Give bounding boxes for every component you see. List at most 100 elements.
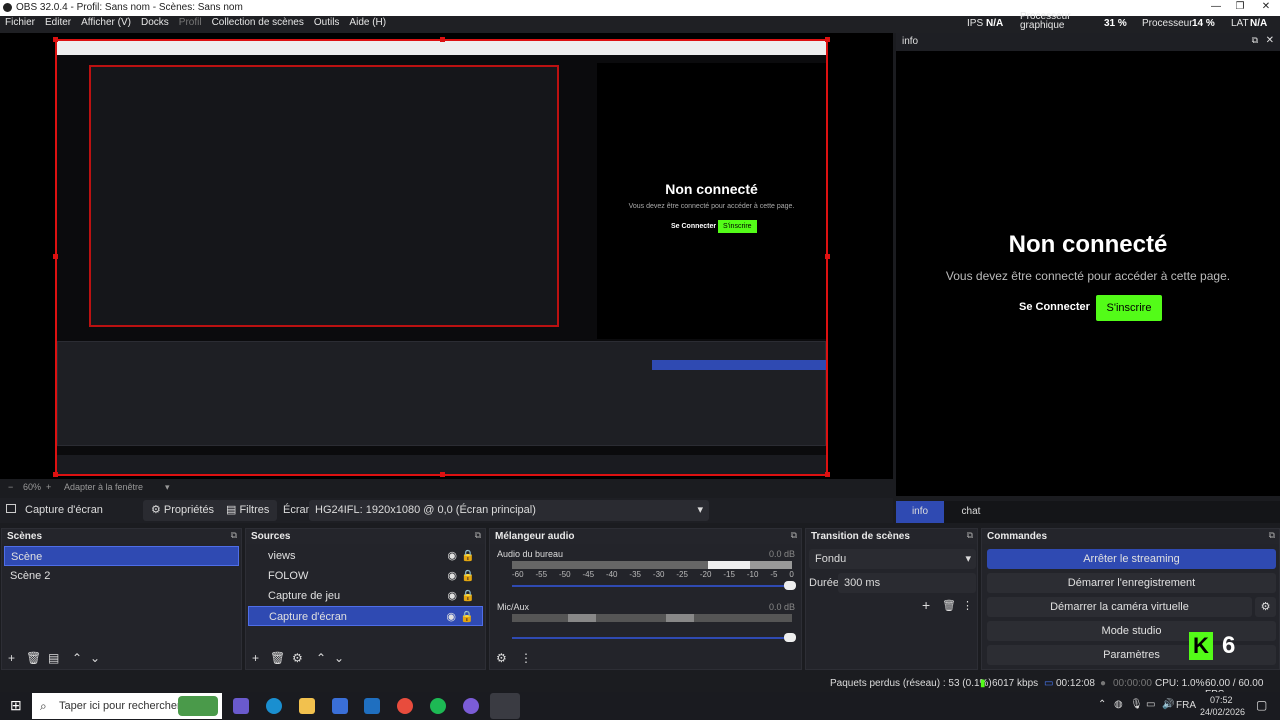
screen-select[interactable]: HG24IFL: 1920x1080 @ 0,0 (Écran principa…	[309, 500, 709, 521]
menu-outils[interactable]: Outils	[309, 16, 345, 28]
lock-icon[interactable]: 🔒	[461, 586, 475, 606]
scene-item[interactable]: Scène	[4, 546, 239, 566]
zoom-out-icon[interactable]: −	[8, 482, 13, 492]
transition-select[interactable]: Fondu ▾	[809, 549, 976, 569]
undock-icon[interactable]: ⧉	[1252, 35, 1258, 46]
scene-item[interactable]: Scène 2	[4, 566, 239, 586]
undock-icon[interactable]: ⧉	[1269, 530, 1275, 541]
resize-handle[interactable]	[825, 254, 830, 259]
menu-docks[interactable]: Docks	[136, 16, 174, 28]
signup-button[interactable]: S'inscrire	[1096, 295, 1162, 321]
add-icon[interactable]: +	[252, 651, 259, 665]
filters-button[interactable]: ▤ Filtres	[218, 500, 278, 521]
tab-chat[interactable]: chat	[946, 501, 996, 523]
store-icon[interactable]	[332, 698, 348, 714]
resize-handle[interactable]	[825, 472, 830, 477]
down-icon[interactable]: ⌄	[90, 651, 100, 665]
clock-time[interactable]: 07:52	[1210, 695, 1233, 705]
filter-icon[interactable]: ▤	[48, 651, 59, 665]
start-recording-button[interactable]: Démarrer l'enregistrement	[987, 573, 1276, 593]
menu-editer[interactable]: Editer	[40, 16, 76, 28]
language[interactable]: FRA	[1176, 700, 1196, 711]
add-icon[interactable]: +	[922, 597, 930, 613]
minimize-icon[interactable]: —	[1206, 1, 1226, 15]
undock-icon[interactable]: ⧉	[791, 530, 797, 541]
duration-spinbox[interactable]: 300 ms	[838, 573, 976, 593]
properties-button[interactable]: ⚙ Propriétés	[143, 500, 223, 521]
resize-handle[interactable]	[53, 254, 58, 259]
preview-canvas[interactable]: Non connecté Vous devez être connecté po…	[0, 33, 893, 495]
gear-icon[interactable]: ⚙	[1255, 597, 1276, 617]
lock-icon[interactable]: 🔒	[461, 546, 475, 566]
trash-icon[interactable]: 🗑	[942, 599, 956, 612]
chrome-icon[interactable]	[397, 698, 413, 714]
volume-icon[interactable]: 🔊	[1162, 699, 1174, 710]
menu-collection[interactable]: Collection de scènes	[207, 16, 309, 28]
close-icon[interactable]: ✕	[1256, 1, 1276, 15]
clock-date[interactable]: 24/02/2026	[1200, 707, 1245, 717]
lock-icon[interactable]: 🔒	[461, 566, 475, 586]
tray-app-icon[interactable]: ◍	[1114, 699, 1123, 710]
discord-icon[interactable]	[463, 698, 479, 714]
fit-mode[interactable]: Adapter à la fenêtre	[64, 482, 143, 492]
volume-knob[interactable]	[784, 581, 796, 590]
menu-fichier[interactable]: Fichier	[0, 16, 40, 28]
source-item[interactable]: Capture d'écran ◉ 🔒	[248, 606, 483, 626]
undock-icon[interactable]: ⧉	[967, 530, 973, 541]
resize-handle[interactable]	[53, 37, 58, 42]
tab-info[interactable]: info	[896, 501, 944, 523]
windows-start-icon[interactable]: ⊞	[10, 697, 22, 714]
spotify-icon[interactable]	[430, 698, 446, 714]
network-icon[interactable]: ▭	[1146, 699, 1155, 710]
eye-icon[interactable]: ◉	[447, 586, 457, 606]
menu-afficher[interactable]: Afficher (V)	[76, 16, 136, 28]
undock-icon[interactable]: ⧉	[231, 530, 237, 541]
add-icon[interactable]: +	[8, 651, 15, 665]
taskbar-search[interactable]: ⌕ Taper ici pour rechercher	[32, 693, 222, 719]
nested-capture[interactable]: Non connecté Vous devez être connecté po…	[55, 39, 828, 476]
stop-streaming-button[interactable]: Arrêter le streaming	[987, 549, 1276, 569]
menu-profil[interactable]: Profil	[174, 16, 207, 28]
microphone-icon[interactable]: 🎙	[1130, 699, 1143, 710]
down-icon[interactable]: ⌄	[334, 651, 344, 665]
explorer-icon[interactable]	[299, 698, 315, 714]
volume-slider[interactable]	[512, 585, 794, 587]
trash-icon[interactable]: 🗑	[270, 651, 285, 665]
resize-handle[interactable]	[825, 37, 830, 42]
chevron-down-icon[interactable]: ▾	[165, 482, 170, 493]
volume-knob[interactable]	[784, 633, 796, 642]
resize-handle[interactable]	[440, 37, 445, 42]
undock-icon[interactable]: ⧉	[475, 530, 481, 541]
copilot-icon[interactable]	[233, 698, 249, 714]
mail-icon[interactable]	[364, 698, 380, 714]
up-icon[interactable]: ⌃	[316, 651, 326, 665]
tray-chevron-icon[interactable]: ⌃	[1098, 699, 1106, 710]
notification-icon[interactable]: ▢	[1256, 698, 1267, 712]
zoom-in-icon[interactable]: +	[46, 482, 51, 492]
login-button[interactable]: Se Connecter	[1019, 301, 1090, 313]
volume-slider[interactable]	[512, 637, 794, 639]
edge-icon[interactable]	[266, 698, 282, 714]
resize-handle[interactable]	[440, 472, 445, 477]
lock-icon[interactable]: 🔒	[460, 607, 474, 627]
eye-icon[interactable]: ◉	[446, 607, 456, 627]
eye-icon[interactable]: ◉	[447, 566, 457, 586]
eye-icon[interactable]: ◉	[447, 546, 457, 566]
source-item[interactable]: views ◉ 🔒	[248, 546, 483, 566]
start-virtual-camera-button[interactable]: Démarrer la caméra virtuelle	[987, 597, 1252, 617]
zoom-level[interactable]: 60%	[23, 482, 41, 492]
maximize-icon[interactable]: ❐	[1230, 1, 1250, 15]
gear-icon[interactable]: ⚙	[292, 651, 303, 665]
source-item[interactable]: Capture de jeu ◉ 🔒	[248, 586, 483, 606]
sources-header: Sources ⧉	[246, 529, 485, 544]
up-icon[interactable]: ⌃	[72, 651, 82, 665]
trash-icon[interactable]: 🗑	[26, 651, 41, 665]
menu-aide[interactable]: Aide (H)	[344, 16, 391, 28]
close-icon[interactable]: ✕	[1266, 35, 1274, 46]
menu-icon[interactable]: ⋮	[520, 651, 532, 665]
source-item[interactable]: FOLOW ◉ 🔒	[248, 566, 483, 586]
menu-icon[interactable]: ⋮	[962, 599, 973, 612]
resize-handle[interactable]	[53, 472, 58, 477]
gear-icon[interactable]: ⚙	[496, 651, 507, 665]
obs-taskbar-icon[interactable]	[490, 693, 520, 719]
